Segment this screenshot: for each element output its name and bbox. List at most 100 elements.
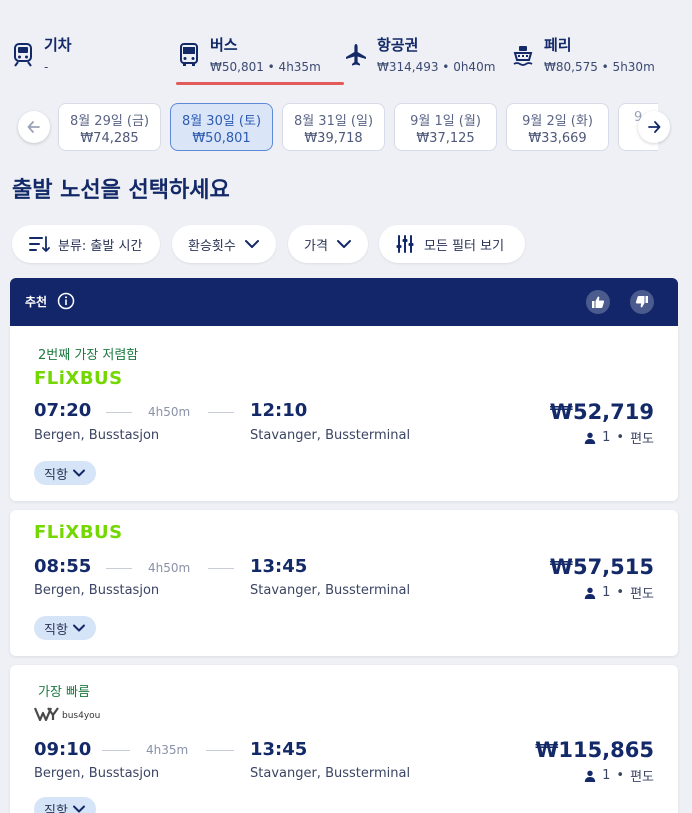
thumbs-up-icon <box>592 296 605 308</box>
arrive-time: 12:10 <box>250 400 308 421</box>
all-filters-label: 모든 필터 보기 <box>424 238 505 254</box>
route-type-chip[interactable]: 직항 <box>34 461 96 485</box>
result-tag: 2번째 가장 저렴함 <box>38 348 139 363</box>
thumbs-down-button[interactable] <box>630 290 654 314</box>
arrive-station: Stavanger, Bussterminal <box>250 428 411 443</box>
tab-bus-sub: ₩50,801 • 4h35m <box>210 60 321 74</box>
arrive-station: Stavanger, Bussterminal <box>250 583 411 598</box>
tab-ferry[interactable]: 페리 ₩80,575 • 5h30m <box>512 34 682 88</box>
trip-type: 편도 <box>630 770 654 785</box>
info-icon[interactable] <box>57 292 75 314</box>
sort-label: 분류: 출발 시간 <box>58 238 143 254</box>
chevron-down-icon <box>244 240 259 248</box>
bus4you-wordmark: bus4you <box>62 711 101 721</box>
tab-bus-label: 버스 <box>210 36 238 54</box>
depart-station: Bergen, Busstasjon <box>34 428 160 443</box>
date-price: ₩37,125 <box>416 131 475 146</box>
recommended-header: 추천 <box>10 278 678 326</box>
date-label: 9월 2일 (화) <box>522 114 593 129</box>
sliders-icon <box>396 235 414 253</box>
tab-train[interactable]: 기차 - <box>12 34 162 88</box>
route-type-label: 직항 <box>44 803 68 813</box>
date-price: ₩74,285 <box>80 131 139 146</box>
tab-bus[interactable]: 버스 ₩50,801 • 4h35m <box>176 34 344 88</box>
date-selector: 8월 29일 (금) ₩74,285 8월 30일 (토) ₩50,801 8월… <box>0 100 692 154</box>
route-line <box>102 750 130 751</box>
trip-type: 편도 <box>630 432 654 447</box>
passenger-info: 1 • 편도 <box>584 583 654 602</box>
date-price: ₩33,669 <box>528 131 587 146</box>
person-icon <box>584 587 596 599</box>
result-card[interactable]: FLiXBUS 08:55 4h50m 13:45 Bergen, Bussta… <box>10 510 678 656</box>
tab-train-sub: - <box>44 60 49 74</box>
date-price: ₩39,718 <box>304 131 363 146</box>
sort-button[interactable]: 분류: 출발 시간 <box>12 225 160 263</box>
plane-icon <box>345 42 367 68</box>
arrow-right-icon <box>648 121 661 133</box>
result-price: ₩115,865 <box>535 738 654 762</box>
date-option[interactable]: 8월 29일 (금) ₩74,285 <box>58 103 161 151</box>
passenger-info: 1 • 편도 <box>584 428 654 447</box>
passenger-count: 1 <box>602 430 611 445</box>
passenger-count: 1 <box>602 585 611 600</box>
chevron-down-icon <box>72 805 85 813</box>
tab-flight-sub: ₩314,493 • 0h40m <box>377 60 496 74</box>
arrive-time: 13:45 <box>250 556 308 577</box>
depart-time: 09:10 <box>34 739 92 760</box>
result-card[interactable]: 가장 빠름 bus4you 09:10 4h35m 13:45 Bergen, … <box>10 665 678 813</box>
route-type-chip[interactable]: 직항 <box>34 616 96 640</box>
bus-icon <box>178 42 200 68</box>
all-filters-button[interactable]: 모든 필터 보기 <box>379 225 525 263</box>
next-date-button[interactable] <box>638 111 670 143</box>
date-label: 8월 29일 (금) <box>69 114 150 129</box>
date-option[interactable]: 9월 1일 (월) ₩37,125 <box>394 103 497 151</box>
route-line <box>208 412 234 413</box>
person-icon <box>584 770 596 782</box>
arrive-time: 13:45 <box>250 739 308 760</box>
separator-dot: • <box>616 585 625 600</box>
result-card[interactable]: 2번째 가장 저렴함 FLiXBUS 07:20 4h50m 12:10 Ber… <box>10 326 678 501</box>
separator-dot: • <box>616 430 625 445</box>
passenger-count: 1 <box>602 768 611 783</box>
passenger-info: 1 • 편도 <box>584 766 654 785</box>
date-option[interactable]: 9월 2일 (화) ₩33,669 <box>506 103 609 151</box>
date-label: 9월 1일 (월) <box>410 114 481 129</box>
flixbus-logo: FLiXBUS <box>34 368 123 389</box>
bus4you-logo: bus4you <box>34 707 100 721</box>
arrive-station: Stavanger, Bussterminal <box>250 766 411 781</box>
ferry-icon <box>512 42 534 68</box>
date-option[interactable]: 8월 31일 (일) ₩39,718 <box>282 103 385 151</box>
trip-type: 편도 <box>630 587 654 602</box>
thumbs-up-button[interactable] <box>586 290 610 314</box>
duration: 4h50m <box>148 405 191 419</box>
route-type-chip[interactable]: 직항 <box>34 797 96 813</box>
tab-flight[interactable]: 항공권 ₩314,493 • 0h40m <box>345 34 510 88</box>
active-tab-indicator <box>176 82 344 85</box>
date-label: 8월 31일 (일) <box>293 114 374 129</box>
date-price: ₩50,801 <box>192 131 251 146</box>
depart-time: 07:20 <box>34 400 92 421</box>
route-line <box>208 568 234 569</box>
price-filter-label: 가격 <box>304 238 328 254</box>
route-line <box>106 568 132 569</box>
flixbus-logo: FLiXBUS <box>34 522 123 543</box>
recommended-label: 추천 <box>25 295 48 309</box>
route-line <box>106 412 132 413</box>
transfers-filter[interactable]: 환승횟수 <box>172 225 276 263</box>
page-title: 출발 노선을 선택하세요 <box>12 178 230 203</box>
result-price: ₩52,719 <box>549 400 654 424</box>
route-line <box>206 750 234 751</box>
duration: 4h35m <box>146 743 189 757</box>
price-filter[interactable]: 가격 <box>288 225 368 263</box>
chevron-down-icon <box>336 240 351 248</box>
depart-time: 08:55 <box>34 556 92 577</box>
person-icon <box>584 432 596 444</box>
chevron-down-icon <box>72 624 85 632</box>
depart-station: Bergen, Busstasjon <box>34 766 160 781</box>
transfers-label: 환승횟수 <box>188 238 236 254</box>
tab-train-label: 기차 <box>44 36 72 54</box>
separator-dot: • <box>616 768 625 783</box>
date-option-selected[interactable]: 8월 30일 (토) ₩50,801 <box>170 103 273 151</box>
depart-station: Bergen, Busstasjon <box>34 583 160 598</box>
prev-date-button[interactable] <box>18 111 50 143</box>
